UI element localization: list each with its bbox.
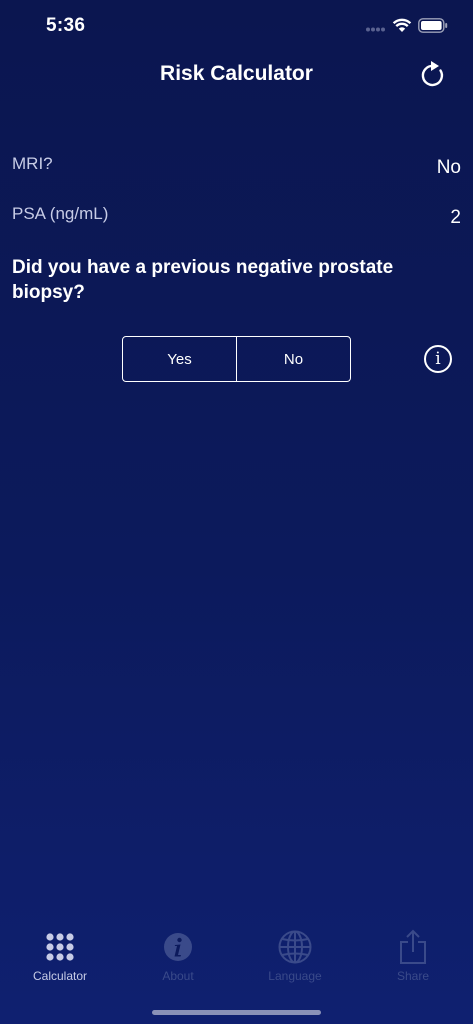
psa-label: PSA (ng/mL) <box>12 204 109 223</box>
home-indicator <box>152 1010 321 1015</box>
psa-value[interactable]: 2 <box>450 207 461 229</box>
tab-share-label: Share <box>396 969 430 983</box>
status-bar: 5:36 <box>0 0 473 50</box>
tab-bar: Calculator About Language Share <box>0 929 473 990</box>
tab-calculator-label: Calculator <box>32 969 88 983</box>
share-icon <box>400 929 426 964</box>
info-icon[interactable]: i <box>424 345 452 373</box>
refresh-icon[interactable] <box>418 58 448 90</box>
tab-calculator[interactable]: Calculator <box>10 930 110 990</box>
battery-icon <box>418 18 448 33</box>
cellular-signal-icon <box>366 27 385 32</box>
no-button[interactable]: No <box>236 337 350 381</box>
grid-icon <box>46 933 74 961</box>
yes-button[interactable]: Yes <box>123 337 236 381</box>
mri-label: MRI? <box>12 154 53 173</box>
mri-value[interactable]: No <box>437 157 461 179</box>
globe-icon <box>278 930 312 964</box>
wifi-icon <box>392 18 412 32</box>
tab-language-label: Language <box>268 969 322 983</box>
answer-segmented-control[interactable]: Yes No <box>122 336 351 382</box>
tab-language[interactable]: Language <box>245 930 345 990</box>
page-title: Risk Calculator <box>160 62 313 85</box>
tab-about[interactable]: About <box>128 930 228 990</box>
tab-about-label: About <box>162 969 194 983</box>
question-text: Did you have a previous negative prostat… <box>12 257 394 303</box>
tab-share[interactable]: Share <box>363 929 463 990</box>
info-icon <box>164 933 192 961</box>
status-time: 5:36 <box>46 15 86 36</box>
